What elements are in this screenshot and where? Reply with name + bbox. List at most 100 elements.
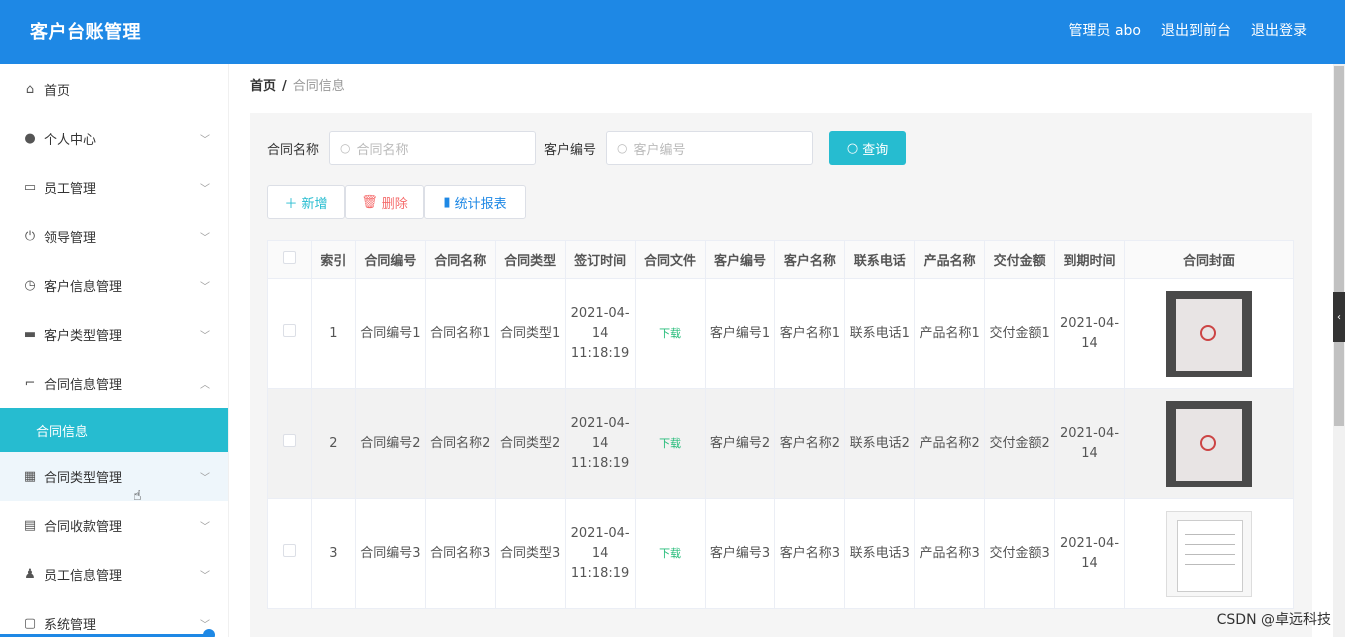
row-select-cell	[267, 498, 312, 609]
row-select-cell	[267, 278, 312, 389]
contract-cover-image[interactable]	[1166, 290, 1252, 377]
sidebar-scroll-dot[interactable]	[203, 629, 215, 637]
page-scrollbar[interactable]	[1333, 64, 1345, 637]
breadcrumb-current: 合同信息	[292, 79, 345, 94]
sidebar-item-label: 合同类型管理	[44, 471, 123, 486]
sidebar-item-system[interactable]: ▢ 系统管理 ﹀	[0, 599, 228, 637]
chevron-down-icon: ﹀	[200, 473, 210, 484]
sidebar-item-leader[interactable]: ⏻ 领导管理 ﹀	[0, 212, 228, 261]
customer-no-input[interactable]: ○ 客户编号	[606, 131, 814, 165]
row-checkbox[interactable]	[282, 543, 296, 557]
cell-sign-time: 2021-04-14 11:18:19	[564, 498, 636, 609]
col-header[interactable]: 合同编号	[354, 240, 426, 279]
sidebar-item-label: 客户信息管理	[44, 280, 123, 295]
back-to-front-link[interactable]: 退出到前台	[1161, 20, 1231, 40]
col-header[interactable]: 产品名称	[914, 240, 986, 279]
briefcase-icon: ▬	[23, 327, 37, 342]
breadcrumb-home[interactable]: 首页	[250, 79, 276, 94]
cover-text-line	[1185, 533, 1235, 535]
clock-icon: ◷	[24, 278, 36, 293]
watermark: CSDN @卓远科技	[1216, 612, 1331, 628]
col-header[interactable]: 合同封面	[1124, 240, 1294, 279]
cell-index: 2	[310, 388, 356, 499]
select-all-checkbox[interactable]	[282, 251, 296, 264]
top-bar: 客户台账管理 管理员 abo 退出到前台 退出登录	[0, 0, 1345, 64]
cell-sign-time: 2021-04-14 11:18:19	[564, 278, 636, 389]
customer-no-placeholder: 客户编号	[633, 142, 686, 158]
cell-contract-type: 合同类型2	[494, 388, 566, 499]
sidebar-subitem-contract[interactable]: 合同信息	[0, 408, 228, 452]
scrollbar-thumb[interactable]	[1334, 66, 1344, 426]
cover-seal	[1200, 324, 1216, 341]
table-row[interactable]: 1 合同编号1 合同名称1 合同类型1 2021-04-14 11:18:19 …	[267, 278, 1294, 389]
sidebar-item-label: 员工信息管理	[44, 569, 123, 584]
sidebar-item-staff-info[interactable]: ♟ 员工信息管理 ﹀	[0, 550, 228, 599]
sidebar-item-label: 系统管理	[44, 618, 97, 633]
cell-file: 下载	[634, 388, 706, 499]
sidebar-item-personal[interactable]: ● 个人中心 ﹀	[0, 114, 228, 163]
user-icon: ●	[24, 131, 36, 146]
grid-icon: ▦	[23, 469, 37, 484]
delete-button-label: 删除	[381, 196, 408, 212]
chevron-down-icon: ﹀	[200, 571, 210, 582]
col-header[interactable]: 交付金额	[984, 240, 1056, 279]
cell-contract-type: 合同类型3	[494, 498, 566, 609]
side-collapse-tab[interactable]: ‹	[1333, 292, 1345, 342]
contract-table: 索引 合同编号 合同名称 合同类型 签订时间 合同文件 客户编号 客户名称 联系…	[267, 240, 1294, 609]
sidebar-item-customer-type[interactable]: ▬ 客户类型管理 ﹀	[0, 310, 228, 359]
delete-button[interactable]: 🗑 删除	[345, 185, 424, 219]
col-header[interactable]: 签订时间	[564, 240, 636, 279]
plus-icon: ＋	[284, 196, 298, 212]
col-header[interactable]: 合同文件	[634, 240, 706, 279]
cell-customer-name: 客户名称1	[774, 278, 846, 389]
person-icon: ♟	[24, 567, 36, 582]
add-button[interactable]: ＋ 新增	[267, 185, 345, 219]
col-header[interactable]: 客户名称	[774, 240, 846, 279]
top-actions: 管理员 abo 退出到前台 退出登录	[1069, 20, 1307, 40]
stats-report-button[interactable]: ▮ 统计报表	[424, 185, 526, 219]
cell-contract-name: 合同名称3	[424, 498, 496, 609]
cell-phone: 联系电话1	[844, 278, 916, 389]
cell-file: 下载	[634, 498, 706, 609]
query-button[interactable]: ○ 查询	[829, 131, 907, 165]
sidebar-item-contract-payment[interactable]: ▤ 合同收款管理 ﹀	[0, 501, 228, 550]
row-select-cell	[267, 388, 312, 499]
table-row[interactable]: 2 合同编号2 合同名称2 合同类型2 2021-04-14 11:18:19 …	[267, 388, 1294, 499]
contract-cover-image[interactable]	[1166, 400, 1252, 487]
customer-no-label: 客户编号	[544, 142, 597, 158]
cover-text-line	[1185, 543, 1235, 545]
search-row: 合同名称 ○ 合同名称 客户编号 ○ 客户编号 ○ 查询	[267, 131, 907, 165]
clipboard-icon: ▤	[23, 518, 37, 533]
col-header[interactable]: 合同名称	[424, 240, 496, 279]
sidebar-item-customer-info[interactable]: ◷ 客户信息管理 ﹀	[0, 261, 228, 310]
download-link[interactable]: 下载	[659, 547, 681, 560]
cell-cover	[1124, 388, 1294, 499]
sidebar-item-staff[interactable]: ▭ 员工管理 ﹀	[0, 163, 228, 212]
sidebar-item-label: 首页	[44, 83, 71, 99]
col-header[interactable]: 索引	[310, 240, 356, 279]
cell-amount: 交付金额3	[984, 498, 1056, 609]
table-row[interactable]: 3 合同编号3 合同名称3 合同类型3 2021-04-14 11:18:19 …	[267, 498, 1294, 609]
cell-amount: 交付金额1	[984, 278, 1056, 389]
cell-cover	[1124, 498, 1294, 609]
admin-label[interactable]: 管理员 abo	[1069, 20, 1141, 40]
col-header[interactable]: 合同类型	[494, 240, 566, 279]
col-header[interactable]: 联系电话	[844, 240, 916, 279]
contract-name-input[interactable]: ○ 合同名称	[329, 131, 537, 165]
logout-link[interactable]: 退出登录	[1251, 20, 1307, 40]
row-checkbox[interactable]	[282, 433, 296, 447]
sidebar-item-contract-type[interactable]: ▦ 合同类型管理 ﹀	[0, 452, 228, 501]
cell-expire: 2021-04-14	[1054, 278, 1125, 389]
download-link[interactable]: 下载	[659, 327, 681, 340]
contract-cover-image[interactable]	[1166, 510, 1252, 597]
col-header[interactable]: 客户编号	[704, 240, 776, 279]
mouse-cursor-icon: ☝	[133, 488, 142, 504]
download-link[interactable]: 下载	[659, 437, 681, 450]
sidebar-item-contract-info[interactable]: ⌐ 合同信息管理 ︿	[0, 359, 228, 408]
query-button-label: 查询	[862, 142, 889, 158]
cell-sign-time: 2021-04-14 11:18:19	[564, 388, 636, 499]
sidebar: ⌂ 首页 ● 个人中心 ﹀ ▭ 员工管理 ﹀ ⏻ 领导管理 ﹀ ◷ 客户信息管理…	[0, 64, 229, 637]
sidebar-item-home[interactable]: ⌂ 首页	[0, 64, 228, 114]
row-checkbox[interactable]	[282, 323, 296, 337]
col-header[interactable]: 到期时间	[1054, 240, 1125, 279]
